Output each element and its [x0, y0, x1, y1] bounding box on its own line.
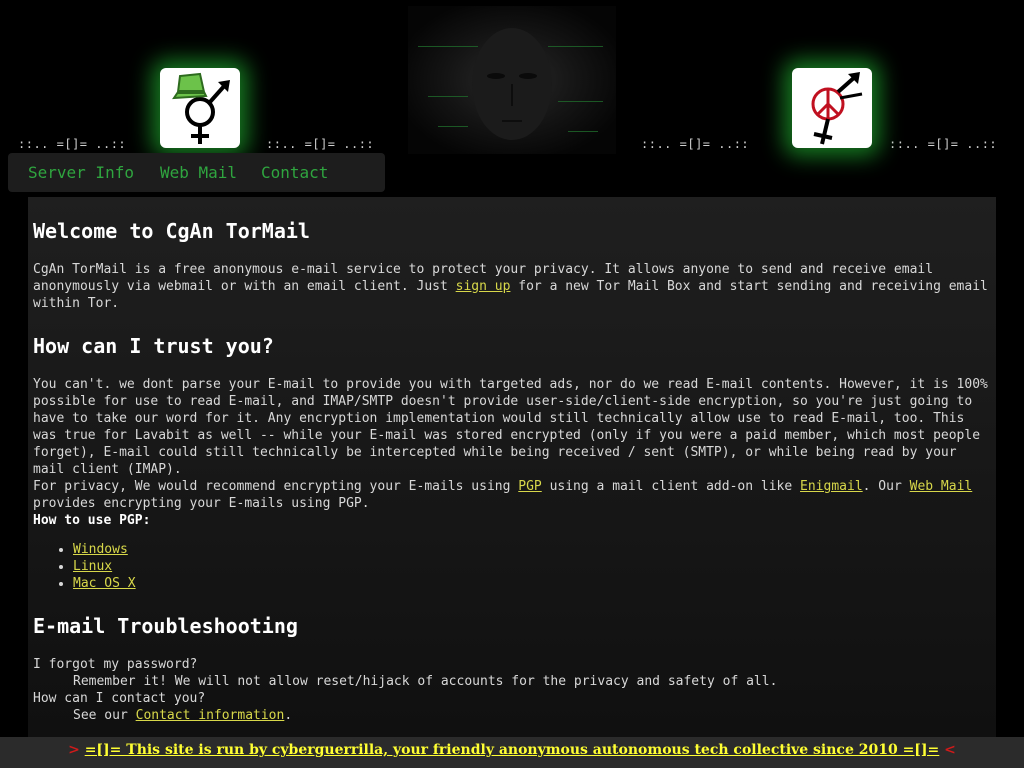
faq-answer-contact: See our Contact information.	[73, 708, 293, 723]
footer-bar: > =[]= This site is run by cyberguerrill…	[0, 737, 1024, 768]
enigmail-link[interactable]: Enigmail	[800, 479, 863, 494]
pgp-howto-label: How to use PGP:	[33, 513, 151, 528]
nav-web-mail[interactable]: Web Mail	[160, 163, 237, 182]
nav-server-info[interactable]: Server Info	[28, 163, 134, 182]
privacy-paragraph: For privacy, We would recommend encrypti…	[33, 479, 973, 511]
pgp-link[interactable]: PGP	[518, 479, 541, 494]
main-nav: Server Info Web Mail Contact	[8, 153, 385, 192]
trust-paragraph: You can't. we dont parse your E-mail to …	[33, 377, 988, 477]
welcome-paragraph: CgAn TorMail is a free anonymous e-mail …	[33, 262, 988, 311]
faq-question-contact: How can I contact you?	[33, 691, 206, 706]
main-content: Welcome to CgAn TorMail CgAn TorMail is …	[28, 197, 996, 737]
footer-link[interactable]: =[]= This site is run by cyberguerrilla,…	[85, 742, 940, 758]
logo-right	[792, 68, 872, 148]
face-banner	[408, 6, 616, 154]
trust-heading: How can I trust you?	[33, 334, 274, 358]
venus-mars-peace-icon	[811, 72, 863, 145]
welcome-heading: Welcome to CgAn TorMail	[33, 219, 310, 243]
troubleshooting-heading: E-mail Troubleshooting	[33, 614, 298, 638]
list-item: Windows	[73, 541, 991, 558]
signup-link[interactable]: sign up	[456, 279, 511, 294]
linux-link[interactable]: Linux	[73, 559, 112, 574]
nav-contact[interactable]: Contact	[261, 163, 328, 182]
venus-mars-tophat-icon	[172, 72, 230, 144]
webmail-link[interactable]: Web Mail	[910, 479, 973, 494]
footer-arrow-right: <	[944, 742, 956, 758]
faq-answer-password: Remember it! We will not allow reset/hij…	[73, 674, 778, 689]
footer-arrow-left: >	[68, 742, 80, 758]
header-decor-mid-right: ::.. =[]= ..::	[641, 137, 750, 151]
list-item: Linux	[73, 558, 991, 575]
header-decor-mid-left: ::.. =[]= ..::	[266, 137, 375, 151]
list-item: Mac OS X	[73, 575, 991, 592]
windows-link[interactable]: Windows	[73, 542, 128, 557]
header-decor-right: ::.. =[]= ..::	[889, 137, 998, 151]
macos-link[interactable]: Mac OS X	[73, 576, 136, 591]
header-decor-left: ::.. =[]= ..::	[18, 137, 127, 151]
faq-question-password: I forgot my password?	[33, 657, 198, 672]
os-list: Windows Linux Mac OS X	[33, 541, 991, 592]
logo-left	[160, 68, 240, 148]
contact-information-link[interactable]: Contact information	[136, 708, 285, 723]
